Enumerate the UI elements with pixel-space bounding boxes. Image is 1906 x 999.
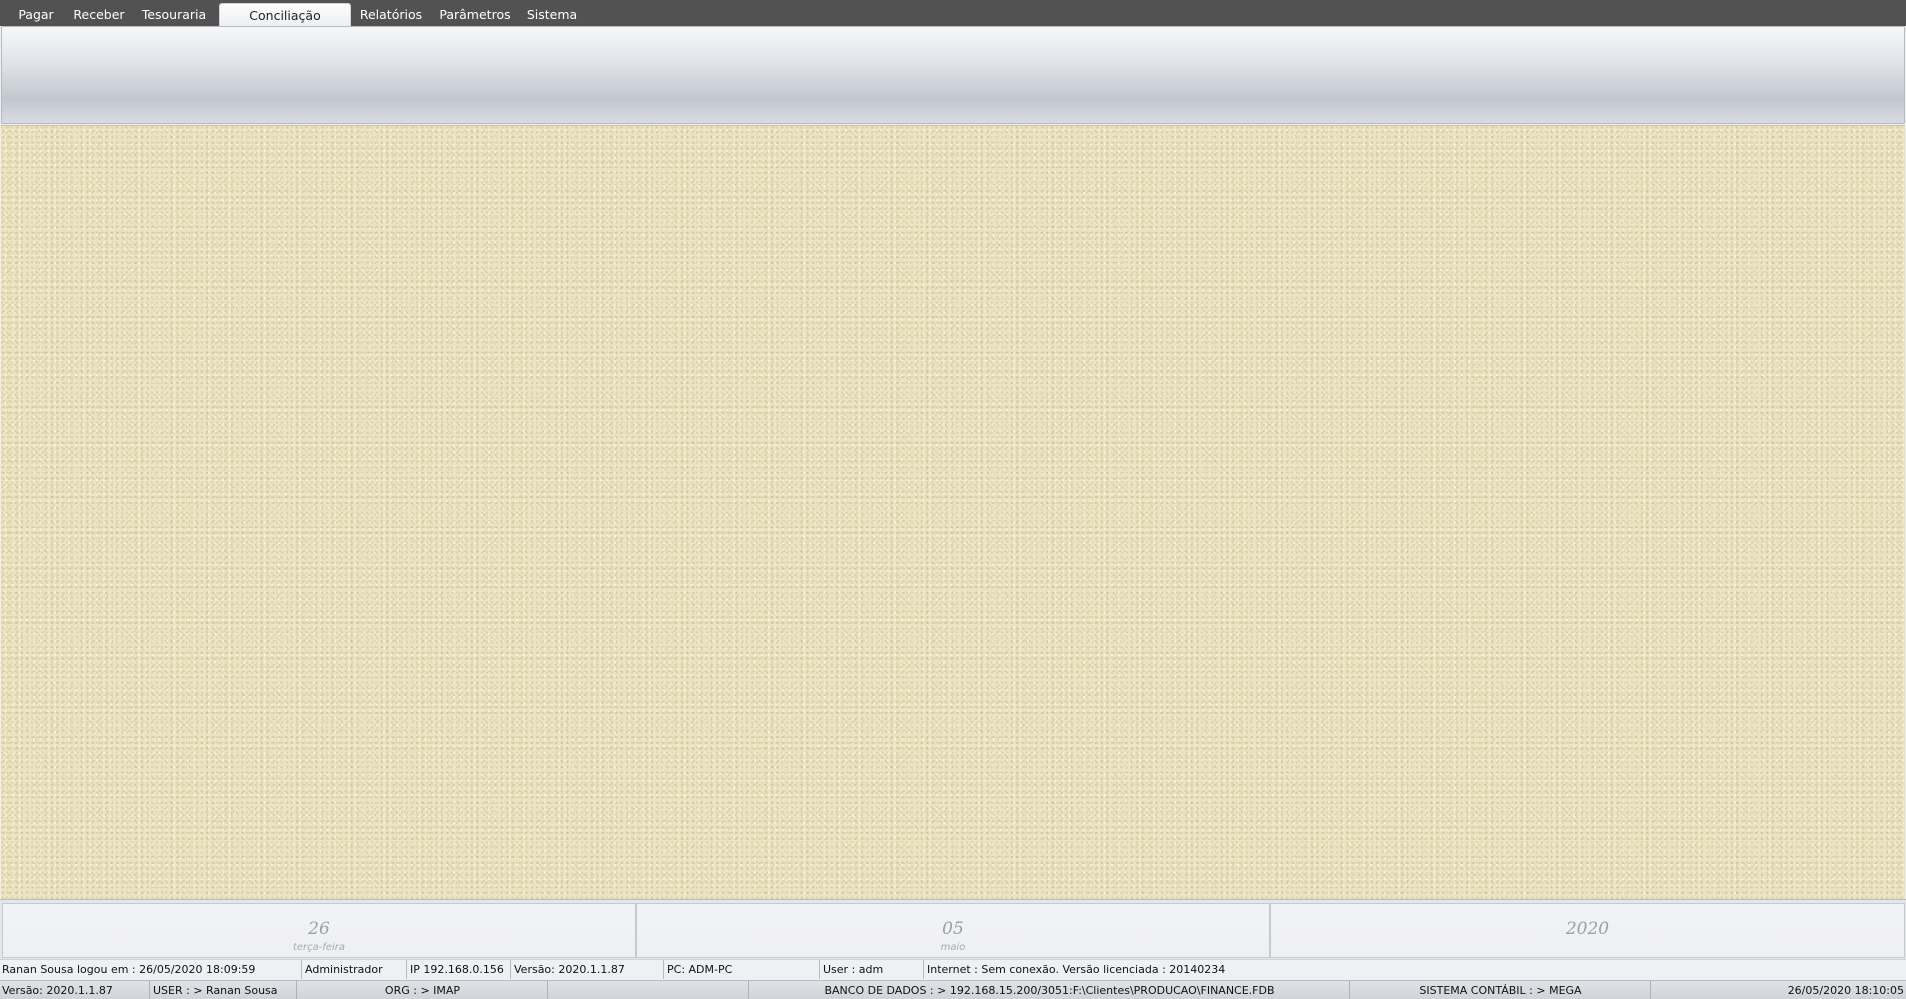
status2-accounting-system: SISTEMA CONTÁBIL : > MEGA — [1351, 981, 1651, 999]
ribbon-panel — [1, 26, 1905, 124]
main-workspace — [1, 125, 1905, 899]
date-year-box: 2020 — [1270, 903, 1905, 958]
status2-org: ORG : > IMAP — [298, 981, 548, 999]
tab-tesouraria[interactable]: Tesouraria — [136, 3, 212, 26]
date-panel: 26 terça-feira 05 maio 2020 — [0, 899, 1906, 959]
status-role: Administrador — [303, 960, 407, 979]
tab-sistema[interactable]: Sistema — [523, 3, 581, 26]
status-ip: IP 192.168.0.156 — [408, 960, 511, 979]
status2-datetime: 26/05/2020 18:10:05 — [1787, 984, 1904, 997]
date-weekday: terça-feira — [292, 942, 346, 953]
tab-relatorios[interactable]: Relatórios — [356, 3, 426, 26]
tab-receber[interactable]: Receber — [68, 3, 130, 26]
status-bar-session: Ranan Sousa logou em : 26/05/2020 18:09:… — [0, 959, 1906, 980]
status-version: Versão: 2020.1.1.87 — [512, 960, 664, 979]
status-login: Ranan Sousa logou em : 26/05/2020 18:09:… — [0, 960, 302, 979]
date-day-number: 26 — [308, 919, 330, 939]
status-user: User : adm — [821, 960, 924, 979]
date-month-number: 05 — [942, 919, 964, 939]
date-month-box: 05 maio — [636, 903, 1270, 958]
status-pc: PC: ADM-PC — [665, 960, 820, 979]
tab-conciliacao-bancaria[interactable]: Conciliação Bancária — [219, 3, 351, 46]
status2-version: Versão: 2020.1.1.87 — [0, 981, 150, 999]
date-month-name: maio — [940, 942, 966, 953]
tab-parametros[interactable]: Parâmetros — [434, 3, 516, 26]
status-bar-system: Versão: 2020.1.1.87 USER : > Ranan Sousa… — [0, 980, 1906, 999]
status2-spacer — [549, 981, 749, 999]
ribbon-tab-bar: Pagar Receber Tesouraria Conciliação Ban… — [0, 0, 1906, 46]
app-window: Pagar Receber Tesouraria Conciliação Ban… — [0, 0, 1906, 999]
status2-user: USER : > Ranan Sousa — [151, 981, 297, 999]
status2-database: BANCO DE DADOS : > 192.168.15.200/3051:F… — [750, 981, 1350, 999]
date-day-box: 26 terça-feira — [2, 903, 636, 958]
status-internet: Internet : Sem conexão. Versão licenciad… — [927, 963, 1226, 976]
tab-pagar[interactable]: Pagar — [10, 3, 62, 26]
date-year-number: 2020 — [1565, 919, 1610, 939]
